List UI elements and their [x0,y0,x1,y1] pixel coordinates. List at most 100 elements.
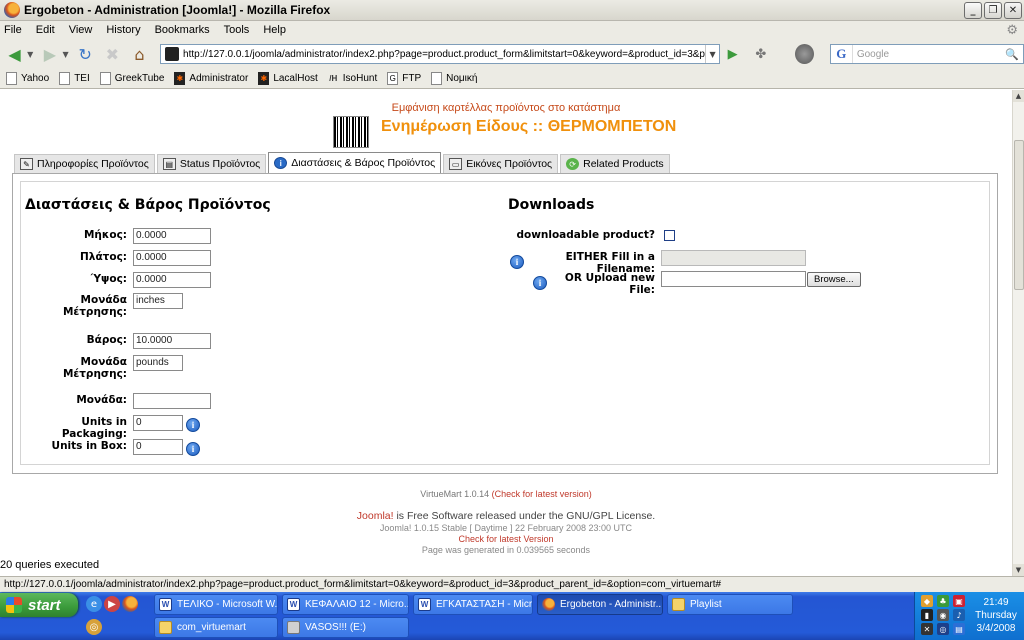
queries-executed: 20 queries executed [0,559,100,571]
taskbar-button-label: VASOS!!! (E:) [305,622,366,633]
bookmark-isohunt[interactable]: /H IsoHunt [328,72,377,85]
tray-icons: ◆ ♣ ▣ ▮ ◉ ♪ ✕ ◎ ▤ [921,595,969,635]
downloadable-checkbox[interactable] [664,230,675,241]
tray-icon[interactable]: ◎ [937,623,949,635]
taskbar-button[interactable]: W ΕΓΚΑΤΑΣΤΑΣΗ - Micr... [413,594,533,615]
tray-icon[interactable]: ◉ [937,609,949,621]
upload-file-input[interactable] [661,271,806,287]
taskbar-button[interactable]: W ΚΕΦΑΛΑΙΟ 12 - Micro... [282,594,409,615]
info-icon[interactable]: i [186,418,200,432]
menu-help[interactable]: Help [263,24,286,36]
bookmark-administrator[interactable]: ✱ Administrator [174,72,248,85]
taskbar-button-label: ΕΓΚΑΤΑΣΤΑΣΗ - Micr... [436,599,533,610]
home-button[interactable]: ⌂ [129,43,150,65]
info-icon[interactable]: i [533,276,547,290]
search-engine-icon[interactable]: G [831,45,853,63]
vertical-scrollbar[interactable]: ▲ ▼ [1012,90,1024,576]
back-history-dropdown[interactable]: ▼ [27,50,33,59]
taskbar-button-active[interactable]: Ergobeton - Administr... [537,594,663,615]
tray-icon[interactable]: ▮ [921,609,933,621]
forward-history-dropdown[interactable]: ▼ [62,50,68,59]
start-button[interactable]: start [0,593,78,617]
browse-button[interactable]: Browse... [807,272,861,287]
tray-icon[interactable]: ✕ [921,623,933,635]
maximize-button[interactable]: ❐ [984,1,1002,19]
page-icon [99,72,111,85]
joomla-link[interactable]: Joomla! [357,510,394,522]
joomla-icon: ✱ [174,72,186,85]
tray-icon[interactable]: ▤ [953,623,965,635]
go-button[interactable]: ▶ [724,45,741,63]
packaging-input[interactable]: 0 [133,415,183,431]
forward-button[interactable]: ▶ [39,43,60,65]
quicklaunch-ie-icon[interactable]: e [86,596,102,612]
menu-bookmarks[interactable]: Bookmarks [155,24,210,36]
tab-product-info[interactable]: ✎ Πληροφορίες Προϊόντος [14,154,155,173]
folder-icon [159,621,172,634]
scroll-up-icon[interactable]: ▲ [1013,90,1024,102]
clock[interactable]: 21:49 Thursday 3/4/2008 [971,596,1021,635]
tray-icon[interactable]: ♪ [953,609,965,621]
taskbar-button[interactable]: W ΤΕΛΙΚΟ - Microsoft W... [154,594,278,615]
menu-history[interactable]: History [106,24,140,36]
quicklaunch-firefox-icon[interactable] [122,596,138,612]
weight-uom-input[interactable]: pounds [133,355,183,371]
tray-icon[interactable]: ◆ [921,595,933,607]
unit-label: Μονάδα: [76,394,127,406]
tab-related-products[interactable]: ⟳ Related Products [560,154,670,173]
menu-edit[interactable]: Edit [36,24,55,36]
addon-icon[interactable]: ✤ [755,47,772,62]
weight-input[interactable]: 10.0000 [133,333,211,349]
virtuemart-check-link[interactable]: (Check for latest version) [492,489,592,499]
menu-file[interactable]: File [4,24,22,36]
check-latest-link[interactable]: Check for latest Version [458,534,553,544]
bookmark-greektube[interactable]: GreekTube [99,72,164,85]
menu-tools[interactable]: Tools [224,24,250,36]
stop-button[interactable]: ✖ [102,43,123,65]
bookmark-nomiki[interactable]: Νομική [431,72,477,85]
tab-product-status[interactable]: ▤ Status Προϊόντος [156,154,267,173]
lwh-uom-input[interactable]: inches [133,293,183,309]
bookmark-yahoo[interactable]: Yahoo [6,72,49,85]
address-bar[interactable]: http://127.0.0.1/joomla/administrator/in… [160,44,721,64]
reload-button[interactable]: ↻ [75,43,96,65]
height-input[interactable]: 0.0000 [133,272,211,288]
unit-input[interactable] [133,393,211,409]
filename-input[interactable] [661,250,806,266]
taskbar-button[interactable]: Playlist [667,594,793,615]
bookmark-ftp[interactable]: G FTP [387,72,421,85]
start-label: start [28,596,61,614]
weight-label: Βάρος: [86,334,127,346]
back-button[interactable]: ◀ [4,43,25,65]
taskbar-button[interactable]: VASOS!!! (E:) [282,617,409,638]
addon-globe-icon[interactable] [794,44,814,64]
address-dropdown-icon[interactable]: ▼ [705,45,719,63]
length-input[interactable]: 0.0000 [133,228,211,244]
info-icon[interactable]: i [186,442,200,456]
search-icon[interactable]: 🔍 [1005,48,1023,61]
quicklaunch-app-icon[interactable]: ◎ [86,619,102,635]
tray-icon[interactable]: ♣ [937,595,949,607]
tab-product-images[interactable]: ▭ Εικόνες Προϊόντος [443,154,559,173]
info-icon[interactable]: i [510,255,524,269]
taskbar-button[interactable]: com_virtuemart [154,617,278,638]
address-url[interactable]: http://127.0.0.1/joomla/administrator/in… [183,49,705,60]
bookmark-tei[interactable]: TEI [59,72,90,85]
taskbar-button-label: ΚΕΦΑΛΑΙΟ 12 - Micro... [305,599,409,610]
width-input[interactable]: 0.0000 [133,250,211,266]
scroll-thumb[interactable] [1014,140,1024,290]
menu-view[interactable]: View [69,24,93,36]
box-label: Units in Box: [51,440,127,452]
close-button[interactable]: ✕ [1004,1,1022,19]
minimize-button[interactable]: _ [964,1,982,19]
search-input[interactable]: Google [853,49,1005,60]
quicklaunch-media-icon[interactable]: ▶ [104,596,120,612]
box-input[interactable]: 0 [133,439,183,455]
scroll-down-icon[interactable]: ▼ [1013,564,1024,576]
tab-dimensions-weight[interactable]: i Διαστάσεις & Βάρος Προϊόντος [268,152,442,173]
virtuemart-version-line: VirtueMart 1.0.14 (Check for latest vers… [0,489,1012,499]
dimensions-heading: Διαστάσεις & Βάρος Προϊόντος [25,197,271,213]
bookmark-lacalhost[interactable]: ✱ LacalHost [258,72,318,85]
tray-icon[interactable]: ▣ [953,595,965,607]
search-box[interactable]: G Google 🔍 [829,44,1024,64]
